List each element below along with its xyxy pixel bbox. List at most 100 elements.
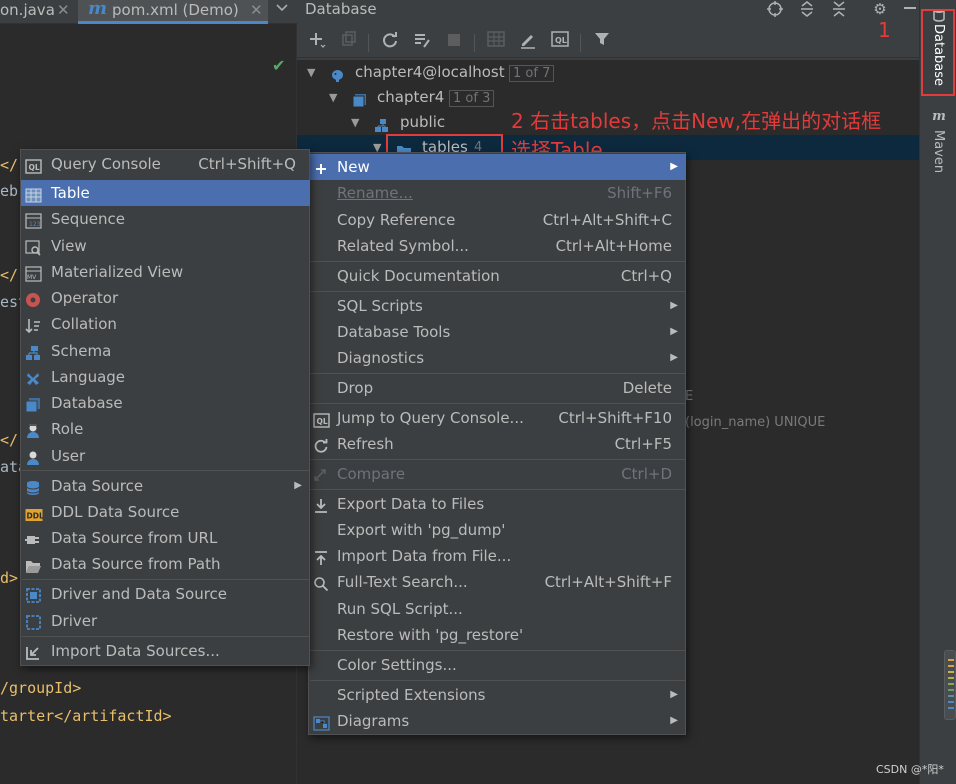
tree-label: chapter4@localhost — [355, 63, 505, 81]
menu-item-quick-documentation[interactable]: Quick Documentation Ctrl+Q — [309, 263, 686, 289]
filter-icon[interactable] — [591, 31, 613, 53]
expand-all-icon[interactable] — [797, 0, 817, 20]
menu-item-database[interactable]: Database — [21, 390, 310, 416]
menu-item-related-symbol[interactable]: Related Symbol... Ctrl+Alt+Home — [309, 233, 686, 259]
menu-item-label: Compare — [337, 465, 406, 483]
menu-item-diagrams[interactable]: Diagrams ▶ — [309, 708, 686, 734]
menu-item-table[interactable]: Table — [21, 180, 310, 206]
menu-shortcut: Ctrl+Alt+Home — [555, 237, 672, 255]
menu-item-compare[interactable]: Compare Ctrl+D — [309, 461, 686, 487]
menu-item-label: New — [337, 158, 370, 176]
chevron-down-icon[interactable] — [270, 0, 294, 22]
close-icon[interactable]: ✕ — [250, 0, 263, 20]
add-icon[interactable] — [306, 31, 328, 53]
menu-item-sequence[interactable]: 123 Sequence — [21, 206, 310, 232]
menu-item-restore-pg-restore[interactable]: Restore with 'pg_restore' — [309, 622, 686, 648]
collapse-all-icon[interactable] — [829, 0, 849, 20]
database-toolbar: QL — [297, 26, 919, 58]
menu-item-export-data-to-files[interactable]: Export Data to Files — [309, 491, 686, 517]
menu-item-operator[interactable]: Operator — [21, 285, 310, 311]
data-source-icon — [25, 478, 42, 495]
menu-item-label: Query Console — [51, 155, 161, 173]
menu-item-export-pg-dump[interactable]: Export with 'pg_dump' — [309, 517, 686, 543]
chevron-down-icon[interactable]: ▼ — [351, 110, 359, 135]
tree-node-datasource[interactable]: ▼ chapter4@localhost 1 of 7 — [297, 60, 919, 85]
background-text: E — [685, 389, 694, 404]
chevron-down-icon[interactable]: ▼ — [307, 60, 315, 85]
menu-item-new[interactable]: New ▶ — [309, 154, 686, 180]
postgres-elephant-icon — [330, 66, 344, 82]
menu-item-diagnostics[interactable]: Diagnostics ▶ — [309, 345, 686, 371]
tree-label: chapter4 — [377, 88, 445, 106]
tree-label: public — [400, 113, 446, 131]
menu-item-jump-to-query-console[interactable]: QL Jump to Query Console... Ctrl+Shift+F… — [309, 405, 686, 431]
menu-item-view[interactable]: View — [21, 233, 310, 259]
menu-item-user[interactable]: User — [21, 443, 310, 469]
gear-icon[interactable]: ⚙ — [870, 0, 890, 20]
code-line: tarter</artifactId> — [0, 707, 172, 725]
target-icon[interactable] — [765, 0, 785, 20]
menu-item-label: Copy Reference — [337, 211, 456, 229]
menu-item-label: Driver and Data Source — [51, 585, 228, 603]
menu-item-import-data-from-file[interactable]: Import Data from File... — [309, 543, 686, 569]
menu-item-run-sql-script[interactable]: Run SQL Script... — [309, 596, 686, 622]
editor-tab-java[interactable]: on.java ✕ — [0, 0, 76, 24]
menu-item-query-console[interactable]: QL Query Console Ctrl+Shift+Q — [21, 151, 310, 177]
menu-item-copy-reference[interactable]: Copy Reference Ctrl+Alt+Shift+C — [309, 207, 686, 233]
schema-properties-icon[interactable] — [411, 31, 433, 53]
menu-item-schema[interactable]: Schema — [21, 338, 310, 364]
menu-item-label: Related Symbol... — [337, 237, 469, 255]
svg-text:QL: QL — [29, 163, 40, 172]
menu-item-data-source-from-url[interactable]: Data Source from URL — [21, 525, 310, 551]
role-icon — [25, 421, 42, 438]
menu-shortcut: Ctrl+Shift+F10 — [558, 409, 672, 427]
edit-icon[interactable] — [517, 31, 539, 53]
code-line: </ — [0, 431, 19, 449]
menu-item-data-source[interactable]: Data Source ▶ — [21, 473, 310, 499]
minimize-icon[interactable] — [900, 0, 920, 20]
editor-tab-pom[interactable]: m pom.xml (Demo) ✕ — [78, 0, 268, 24]
close-icon[interactable]: ✕ — [57, 0, 70, 20]
watermark: CSDN @*阳* — [876, 763, 944, 776]
menu-item-refresh[interactable]: Refresh Ctrl+F5 — [309, 431, 686, 457]
menu-item-database-tools[interactable]: Database Tools ▶ — [309, 319, 686, 345]
duplicate-icon[interactable] — [338, 31, 360, 53]
chevron-down-icon[interactable]: ▼ — [329, 85, 337, 110]
submenu-arrow-icon: ▶ — [670, 161, 678, 172]
menu-item-scripted-extensions[interactable]: Scripted Extensions ▶ — [309, 682, 686, 708]
refresh-icon[interactable] — [379, 31, 401, 53]
menu-shortcut: Delete — [622, 379, 672, 397]
menu-item-collation[interactable]: Collation — [21, 311, 310, 337]
menu-item-color-settings[interactable]: Color Settings... — [309, 652, 686, 678]
menu-item-drop[interactable]: Drop Delete — [309, 375, 686, 401]
stop-icon[interactable] — [443, 31, 465, 53]
menu-item-label: Color Settings... — [337, 656, 457, 674]
menu-item-driver[interactable]: Driver — [21, 608, 310, 634]
menu-item-label: Database — [51, 394, 123, 412]
code-line: </ — [0, 156, 19, 174]
code-line: </ — [0, 266, 19, 284]
menu-item-sql-scripts[interactable]: SQL Scripts ▶ — [309, 293, 686, 319]
menu-shortcut: Ctrl+Shift+Q — [198, 155, 296, 173]
menu-item-role[interactable]: Role — [21, 416, 310, 442]
menu-item-ddl-data-source[interactable]: DDL DDL Data Source — [21, 499, 310, 525]
menu-separator — [310, 680, 686, 681]
menu-item-data-source-from-path[interactable]: Data Source from Path — [21, 551, 310, 577]
menu-item-rename[interactable]: Rename... Shift+F6 — [309, 180, 686, 206]
table-icon[interactable] — [485, 31, 507, 53]
query-console-icon[interactable]: QL — [549, 31, 571, 53]
svg-text:DDL: DDL — [27, 512, 44, 521]
view-icon — [25, 238, 42, 256]
menu-item-label: Import Data Sources... — [51, 642, 220, 660]
menu-item-label: Export Data to Files — [337, 495, 485, 513]
tool-window-maven[interactable]: Maven — [931, 130, 946, 173]
menu-item-label: Data Source from URL — [51, 529, 218, 547]
menu-item-import-data-sources[interactable]: Import Data Sources... — [21, 638, 310, 664]
menu-item-full-text-search[interactable]: Full-Text Search... Ctrl+Alt+Shift+F — [309, 569, 686, 595]
menu-item-materialized-view[interactable]: MV Materialized View — [21, 259, 310, 285]
query-console-icon: QL — [313, 410, 330, 428]
menu-item-language[interactable]: Language — [21, 364, 310, 390]
submenu-arrow-icon: ▶ — [670, 689, 678, 700]
menu-item-driver-and-data-source[interactable]: Driver and Data Source — [21, 581, 310, 607]
memory-indicator[interactable] — [944, 650, 956, 720]
